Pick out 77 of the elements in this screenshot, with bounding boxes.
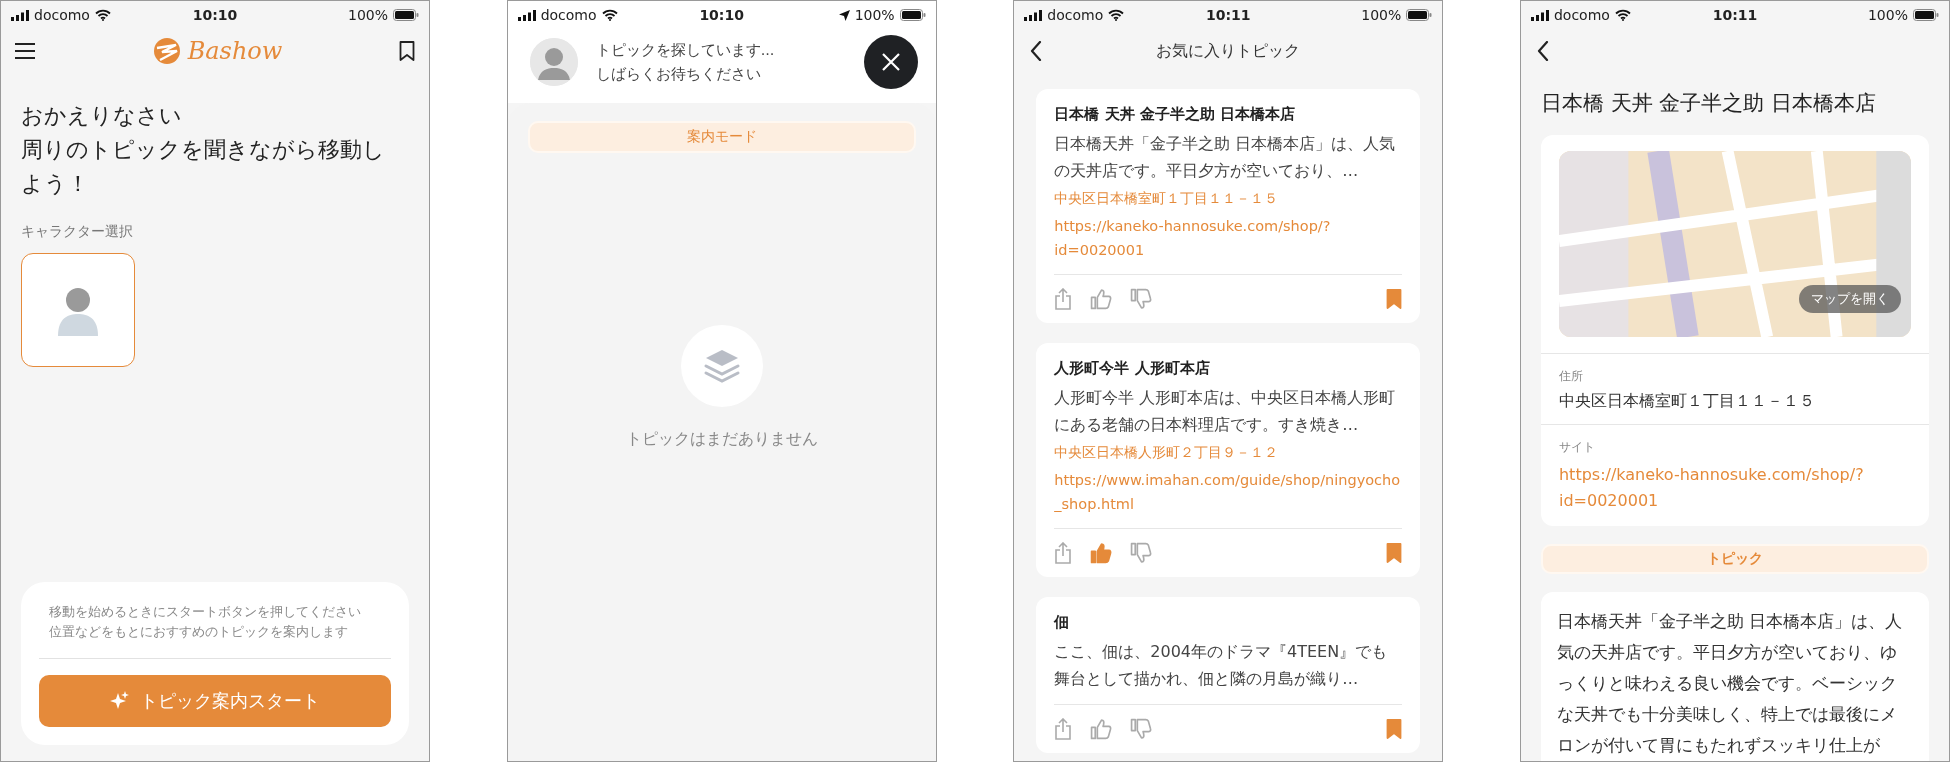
greeting-text: おかえりなさい [21,102,183,130]
thumbs-up-icon[interactable] [1090,542,1113,564]
wifi-icon [94,9,111,21]
open-map-button[interactable]: マップを開く [1798,285,1901,313]
hint-text: 移動を始めるときにスタートボタンを押してください [49,603,362,621]
mode-label: 案内モード [527,121,916,153]
topic-title: 日本橋 天丼 金子半之助 日本橋本店 [1054,104,1296,125]
close-icon [880,52,901,72]
signal-icon [11,9,29,21]
share-icon[interactable] [1054,718,1073,740]
battery-icon [1406,9,1433,21]
battery-percent: 100% [854,7,895,23]
battery-percent: 100% [1867,7,1908,23]
share-icon[interactable] [1054,288,1073,310]
status-time: 10:11 [1712,7,1758,23]
bookmark-icon[interactable] [399,41,415,61]
battery-percent: 100% [1361,7,1402,23]
topic-summary: ここ、佃は、2004年のドラマ『4TEEN』でも舞台として描かれ、佃と隣の月島が織り… [1054,641,1389,690]
signal-icon [1530,9,1549,21]
back-icon[interactable] [1536,41,1549,61]
thumbs-up-icon[interactable] [1090,288,1113,310]
wifi-icon [1614,9,1631,21]
close-button[interactable] [863,35,918,89]
thumbs-down-icon[interactable] [1130,718,1153,740]
carrier-name: docomo [1047,7,1104,23]
topic-body-text: 日本橋天丼「金子半之助 日本橋本店」は、人気の天丼店です。平日夕方が空いており、ゆっくりと味わえる良い機会です。ベーシックな天丼でも十分美味しく、特上では最後にメロンが付いて胃にもたれずスッキリ仕上が [1556,611,1904,757]
topic-card[interactable]: 日本橋 天丼 金子半之助 日本橋本店 日本橋天丼「金子半之助 日本橋本店」は、人気の天丼店です。平日夕方が空いており、… 中央区日本橋室町１丁目１１－１５ https://kaneko-hannosuke.com/shop/?id=0020001 [1036,89,1421,323]
carrier-name: docomo [34,7,90,23]
hint-text: 位置などをもとにおすすめのトピックを案内します [49,623,349,641]
status-time: 10:11 [1206,7,1251,23]
battery-percent: 100% [348,7,388,23]
greeting-text: 周りのトピックを聞きながら移動しよう！ [21,136,386,198]
app-logo: Bashow [187,37,283,65]
share-icon[interactable] [1054,542,1073,564]
status-message: しばらくお待ちください [595,65,762,84]
address-text: 中央区日本橋室町１丁目１１－１５ [1558,391,1816,412]
menu-icon[interactable] [15,43,35,59]
topic-address[interactable]: 中央区日本橋室町１丁目１１－１５ [1054,190,1403,208]
topic-summary: 人形町今半 人形町本店は、中央区日本橋人形町にある老舗の日本料理店です。すき焼き… [1054,387,1397,436]
logo-icon [151,36,182,66]
wifi-icon [1108,9,1125,21]
thumbs-down-icon[interactable] [1130,288,1153,310]
status-time: 10:10 [192,7,238,23]
street-map-drawing[interactable] [1558,151,1911,337]
topic-summary: 日本橋天丼「金子半之助 日本橋本店」は、人気の天丼店です。平日夕方が空いており、… [1054,133,1397,182]
character-tile[interactable] [21,253,135,367]
topic-title: 佃 [1054,612,1071,633]
topic-link[interactable]: https://www.imahan.com/guide/shop/ningyocho_shop.html [1054,468,1403,516]
sparkle-icon [110,691,130,711]
carrier-name: docomo [540,7,597,23]
thumbs-up-icon[interactable] [1090,718,1113,740]
section-label: キャラクター選択 [21,223,134,241]
address-label: 住所 [1558,368,1584,385]
topic-link[interactable]: https://kaneko-hannosuke.com/shop/?id=0020001 [1054,214,1403,262]
topic-address[interactable]: 中央区日本橋人形町２丁目９－１２ [1054,444,1403,462]
battery-icon [393,9,419,21]
start-button[interactable]: トピック案内スタート [39,675,391,727]
place-title: 日本橋 天丼 金子半之助 日本橋本店 [1539,90,1877,117]
signal-icon [1024,9,1043,21]
topic-card[interactable]: 佃 ここ、佃は、2004年のドラマ『4TEEN』でも舞台として描かれ、佃と隣の月島が織り… [1036,597,1421,753]
site-link[interactable]: https://kaneko-hannosuke.com/shop/?id=0020001 [1558,462,1911,514]
site-label: サイト [1558,439,1596,456]
wifi-icon [601,9,618,21]
signal-icon [517,9,536,21]
empty-message: トピックはまだありません [625,429,818,450]
battery-icon [899,9,926,21]
carrier-name: docomo [1553,7,1610,23]
thumbs-down-icon[interactable] [1130,542,1153,564]
status-message: トピックを探しています... [595,41,776,60]
back-icon[interactable] [1030,41,1043,61]
topic-title: 人形町今半 人形町本店 [1054,358,1211,379]
status-time: 10:10 [699,7,744,23]
battery-icon [1913,9,1939,21]
topic-card[interactable]: 人形町今半 人形町本店 人形町今半 人形町本店は、中央区日本橋人形町にある老舗の日本料理店です。すき焼き… 中央区日本橋人形町２丁目９－１２ https://www.imahan.com/guide/shop/ningyocho_shop.html [1036,343,1421,577]
screen-title: お気に入りトピック [1156,40,1301,62]
location-arrow-icon [838,9,850,21]
section-header: トピック [1540,544,1929,574]
